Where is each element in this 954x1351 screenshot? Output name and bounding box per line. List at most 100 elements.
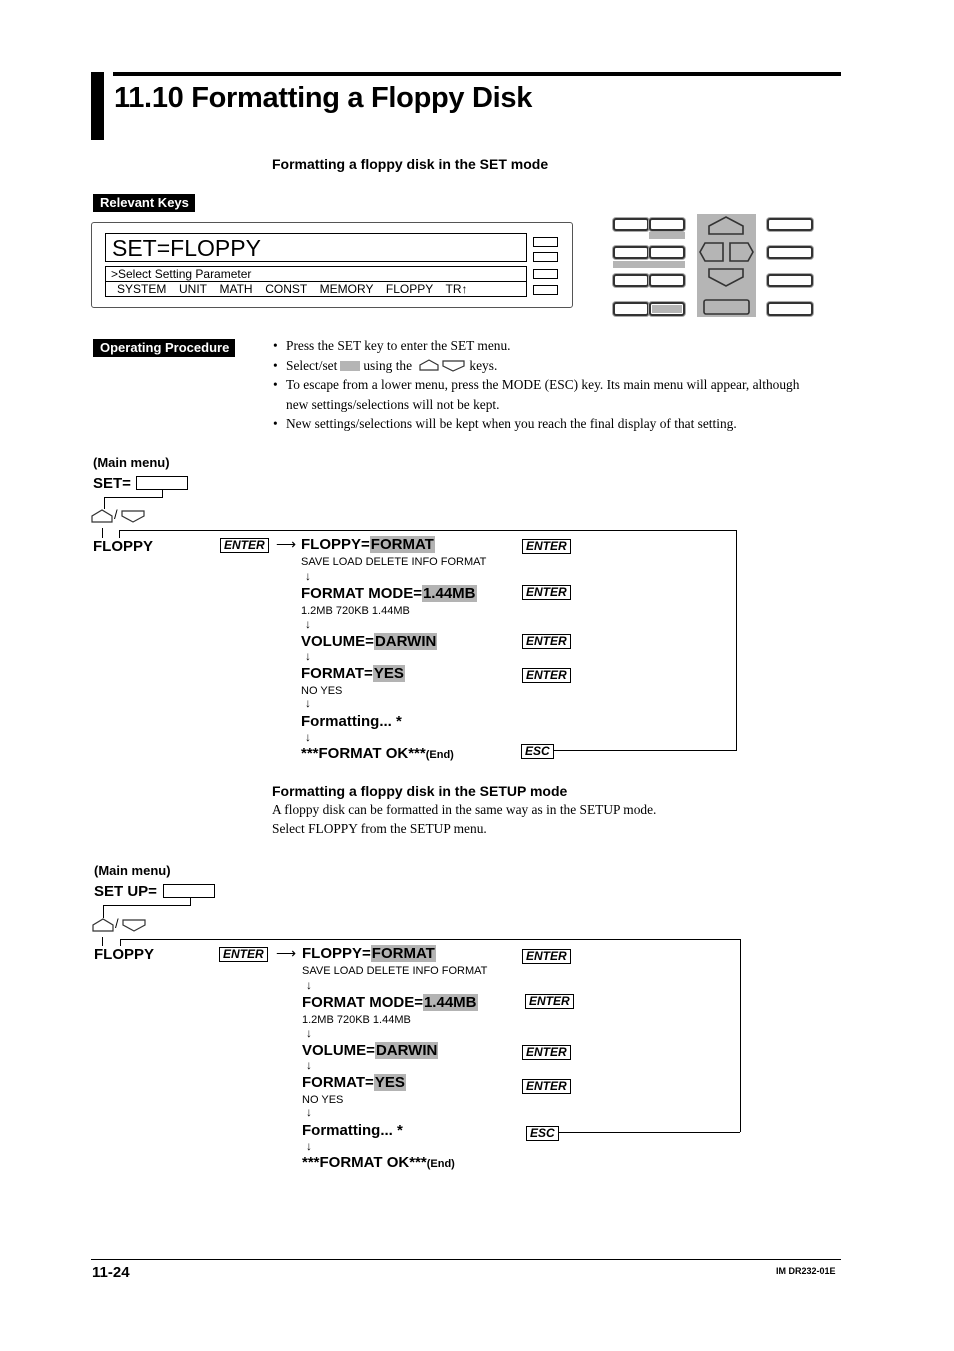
- up-arrow-key-icon: [708, 216, 744, 235]
- return-line: [119, 530, 737, 531]
- arrow-down-icon: ↓: [306, 978, 312, 992]
- enter-key-icon: [703, 299, 750, 315]
- keypad-key[interactable]: [613, 302, 649, 316]
- formatting-status: Formatting... *: [302, 1122, 403, 1139]
- footer-rule: [91, 1259, 841, 1260]
- left-arrow-key-icon: [699, 242, 724, 262]
- enter-key-label: ENTER: [220, 538, 269, 553]
- set-key[interactable]: [649, 302, 685, 316]
- title-rule: [113, 72, 841, 76]
- keypad-key[interactable]: [613, 246, 649, 259]
- menu-value-box: [136, 476, 188, 490]
- setup-mode-heading: Formatting a floppy disk in the SETUP mo…: [272, 783, 568, 799]
- enter-key-label: ENTER: [522, 634, 571, 649]
- procedure-item: Select/set using the keys.: [272, 356, 812, 376]
- selected-value: YES: [373, 1074, 406, 1091]
- document-id: IM DR232-01E: [776, 1266, 836, 1276]
- section-title: 11.10 Formatting a Floppy Disk: [114, 82, 533, 114]
- soft-key-1[interactable]: [533, 237, 558, 247]
- connector-line: [120, 939, 121, 946]
- keypad-key[interactable]: [613, 218, 649, 231]
- selected-value: DARWIN: [374, 1042, 439, 1059]
- selected-value: YES: [372, 665, 405, 682]
- arrow-down-icon: ↓: [306, 1058, 312, 1072]
- connector-line: [102, 528, 103, 538]
- soft-key-4[interactable]: [533, 285, 558, 295]
- right-arrow-key-icon: [729, 242, 754, 262]
- up-down-keys-icon: [91, 509, 145, 523]
- keypad-key[interactable]: [767, 246, 813, 259]
- page-number: 11-24: [92, 1264, 130, 1281]
- setup-prefix: SET UP=: [94, 883, 157, 900]
- setup-mode-text: Select FLOPPY from the SETUP menu.: [272, 821, 487, 836]
- menu-item-floppy: FLOPPY: [94, 946, 155, 963]
- enter-key-label: ENTER: [219, 947, 268, 962]
- return-line: [740, 939, 741, 1132]
- highlight-swatch: [340, 360, 361, 371]
- arrow-down-icon: ↓: [305, 649, 311, 663]
- step-format-mode: FORMAT MODE=1.44MB: [301, 585, 477, 602]
- lcd-line-2: SYSTEM UNIT MATH CONST MEMORY FLOPPY TR↑: [117, 282, 468, 296]
- format-ok-status: ***FORMAT OK***(End): [301, 745, 454, 762]
- soft-key-2[interactable]: [533, 252, 558, 262]
- menu-item-floppy: FLOPPY: [93, 538, 154, 555]
- procedure-text: using the: [363, 357, 413, 373]
- formatting-status: Formatting... *: [301, 713, 402, 730]
- keypad-key[interactable]: [649, 274, 685, 287]
- arrow-keys[interactable]: [697, 214, 756, 317]
- keypad-key[interactable]: [649, 218, 685, 231]
- main-menu-label: (Main menu): [94, 863, 171, 878]
- lcd-sub-display: >Select Setting Parameter SYSTEM UNIT MA…: [105, 266, 527, 297]
- keypad-key[interactable]: [649, 246, 685, 259]
- return-line: [558, 1132, 740, 1133]
- enter-key-label: ENTER: [525, 994, 574, 1009]
- enter-key-label: ENTER: [522, 539, 571, 554]
- step-floppy: FLOPPY=FORMAT: [302, 945, 436, 962]
- keypad-key[interactable]: [613, 274, 649, 287]
- connector-line: [103, 905, 190, 906]
- arrow-down-icon: ↓: [306, 1139, 312, 1153]
- keypad-key[interactable]: [767, 218, 813, 231]
- enter-key-label: ENTER: [522, 1045, 571, 1060]
- step-format-mode: FORMAT MODE=1.44MB: [302, 994, 478, 1011]
- step-options: SAVE LOAD DELETE INFO FORMAT: [301, 556, 487, 568]
- connector-line: [162, 490, 163, 498]
- key-highlight-strip: [613, 261, 685, 268]
- keypad-key[interactable]: [767, 302, 813, 316]
- set-mode-heading: Formatting a floppy disk in the SET mode: [272, 156, 549, 172]
- enter-key-label: ENTER: [522, 949, 571, 964]
- procedure-item: Press the SET key to enter the SET menu.: [272, 336, 812, 356]
- connector-line: [190, 898, 191, 906]
- connector-line: [104, 497, 162, 498]
- setup-mode-text: A floppy disk can be formatted in the sa…: [272, 802, 657, 817]
- return-line: [736, 530, 737, 751]
- arrow-right-icon: ⟶: [276, 536, 297, 552]
- soft-key-3[interactable]: [533, 269, 558, 279]
- keypad-key[interactable]: [767, 274, 813, 287]
- return-line: [120, 939, 741, 940]
- format-ok-status: ***FORMAT OK***(End): [302, 1154, 455, 1171]
- arrow-down-icon: ↓: [305, 617, 311, 631]
- down-arrow-key-icon: [708, 268, 744, 287]
- set-prefix: SET=: [93, 475, 131, 492]
- procedure-item: New settings/selections will be kept whe…: [272, 414, 812, 434]
- selected-value: DARWIN: [373, 633, 438, 650]
- key-highlight-strip: [649, 232, 685, 239]
- operating-procedure-tag: Operating Procedure: [93, 339, 236, 357]
- arrow-down-icon: ↓: [306, 1105, 312, 1119]
- esc-key-label: ESC: [526, 1126, 559, 1141]
- up-down-keys-icon: [419, 358, 466, 372]
- arrow-down-icon: ↓: [305, 569, 311, 583]
- connector-line: [102, 937, 103, 946]
- lcd-main-display: SET=FLOPPY: [105, 233, 527, 262]
- procedure-item: To escape from a lower menu, press the M…: [272, 375, 812, 414]
- menu-value-box: [163, 884, 215, 898]
- relevant-keys-tag: Relevant Keys: [93, 194, 195, 212]
- end-label: (End): [426, 1158, 455, 1170]
- step-volume: VOLUME=DARWIN: [302, 1042, 439, 1059]
- step-floppy: FLOPPY=FORMAT: [301, 536, 435, 553]
- step-options: 1.2MB 720KB 1.44MB: [301, 605, 410, 617]
- end-label: (End): [425, 749, 454, 761]
- arrow-down-icon: ↓: [305, 696, 311, 710]
- lcd-line-1: >Select Setting Parameter: [111, 267, 252, 281]
